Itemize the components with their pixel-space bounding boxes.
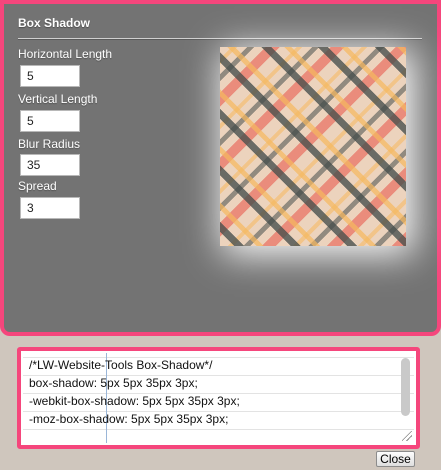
close-button[interactable]: Close [376,451,415,467]
code-output-frame: /*LW-Website-Tools Box-Shadow*/ box-shad… [17,347,420,449]
code-line-box-shadow: box-shadow: 5px 5px 35px 3px; [29,376,198,390]
panel-title: Box Shadow [18,16,91,30]
resize-grip-icon[interactable] [402,431,412,441]
blur-radius-input[interactable] [20,154,80,176]
code-line-comment: /*LW-Website-Tools Box-Shadow*/ [29,358,213,372]
spread-input[interactable] [20,197,80,219]
vertical-length-input[interactable] [20,110,80,132]
code-output-textarea[interactable]: /*LW-Website-Tools Box-Shadow*/ box-shad… [23,353,414,443]
horizontal-length-label: Horizontal Length [18,47,113,61]
box-shadow-panel: Box Shadow Horizontal Length Vertical Le… [0,0,441,336]
vertical-scrollbar[interactable] [401,358,410,416]
blur-radius-label: Blur Radius [18,137,81,151]
code-line-moz-box-shadow: -moz-box-shadow: 5px 5px 35px 3px; [29,412,229,426]
title-divider [18,38,422,39]
code-line-webkit-box-shadow: -webkit-box-shadow: 5px 5px 35px 3px; [29,394,240,408]
vertical-length-label: Vertical Length [18,92,98,106]
spread-label: Spread [18,179,57,193]
horizontal-length-input[interactable] [20,65,80,87]
shadow-preview-box [220,47,406,246]
